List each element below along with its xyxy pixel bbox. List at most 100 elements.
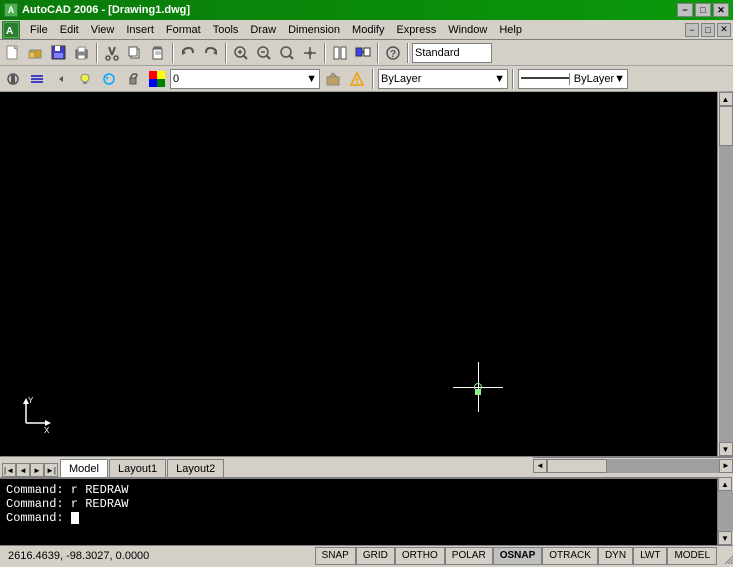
snap-button[interactable]: SNAP [315,547,356,565]
dyn-button[interactable]: DYN [598,547,633,565]
command-cursor [71,512,79,524]
tab-model[interactable]: Model [60,459,108,477]
ortho-button[interactable]: ORTHO [395,547,445,565]
cmd-scroll-track[interactable] [718,491,733,531]
menu-express[interactable]: Express [390,22,442,38]
menu-app-icon: A [2,21,20,39]
minimize-button[interactable]: − [677,3,693,17]
standard-toolbar: ? Standard [0,40,733,66]
menu-help[interactable]: Help [493,22,528,38]
print-button[interactable] [71,42,93,64]
menu-tools[interactable]: Tools [207,22,245,38]
lwt-button[interactable]: LWT [633,547,667,565]
menu-format[interactable]: Format [160,22,207,38]
separator-1 [96,43,98,63]
title-bar-controls: − □ ✕ [677,3,729,17]
color-icon [146,68,168,90]
tab-first-button[interactable]: |◄ [2,463,16,477]
maximize-button[interactable]: □ [695,3,711,17]
copy-button[interactable] [124,42,146,64]
menu-edit[interactable]: Edit [54,22,85,38]
layer-button[interactable] [26,68,48,90]
tab-navigation: |◄ ◄ ► ►| [0,463,60,477]
color-dropdown-arrow: ▼ [494,73,505,85]
tab-next-button[interactable]: ► [30,463,44,477]
menu-window[interactable]: Window [442,22,493,38]
menu-dimension[interactable]: Dimension [282,22,346,38]
h-scrollbar: ◄ ► [533,457,733,473]
paste-button[interactable] [147,42,169,64]
layer-dropdown-arrow: ▼ [306,73,317,85]
match-properties-button[interactable] [352,42,374,64]
linetype-dropdown[interactable]: ByLayer ▼ [518,69,628,89]
inner-minimize-button[interactable]: − [685,23,699,37]
layer-dropdown[interactable]: 0 ▼ [170,69,320,89]
coordinates-display: 2616.4639, -98.3027, 0.0000 [0,550,160,562]
layer-toolbar-btn3[interactable] [346,68,368,90]
inner-restore-button[interactable]: □ [701,23,715,37]
zoom-extents-button[interactable] [276,42,298,64]
v-scroll-track[interactable] [719,106,733,442]
menu-modify[interactable]: Modify [346,22,390,38]
inner-close-button[interactable]: ✕ [717,23,731,37]
undo-button[interactable] [177,42,199,64]
tab-last-button[interactable]: ►| [44,463,58,477]
app-title: AutoCAD 2006 - [Drawing1.dwg] [22,4,190,16]
lock-icon [122,68,144,90]
close-button[interactable]: ✕ [713,3,729,17]
tab-layout1[interactable]: Layout1 [109,459,166,477]
command-line-3: Command: [6,511,711,525]
grid-button[interactable]: GRID [356,547,395,565]
polar-button[interactable]: POLAR [445,547,493,565]
zoom-window-button[interactable] [230,42,252,64]
scroll-down-button[interactable]: ▼ [719,442,733,456]
new-button[interactable] [2,42,24,64]
layer-previous-button[interactable] [50,68,72,90]
color-value: ByLayer [381,73,421,85]
drawing-canvas[interactable]: Y X [0,92,733,456]
separator-6 [407,43,409,63]
cmd-scroll-up-button[interactable]: ▲ [718,477,732,491]
scroll-up-button[interactable]: ▲ [719,92,733,106]
layer-state-button[interactable] [2,68,24,90]
svg-text:Y: Y [28,396,34,405]
save-button[interactable] [48,42,70,64]
menu-view[interactable]: View [85,22,121,38]
status-buttons: SNAP GRID ORTHO POLAR OSNAP OTRACK DYN L… [315,547,717,565]
cut-button[interactable] [101,42,123,64]
separator-3 [225,43,227,63]
model-button[interactable]: MODEL [667,547,717,565]
pan-button[interactable] [299,42,321,64]
linetype-dropdown-arrow: ▼ [614,73,625,85]
standard-combo[interactable]: Standard [412,43,492,63]
tab-bar: |◄ ◄ ► ►| Model Layout1 Layout2 [0,457,533,477]
menu-draw[interactable]: Draw [244,22,282,38]
otrack-button[interactable]: OTRACK [542,547,598,565]
open-button[interactable] [25,42,47,64]
menu-insert[interactable]: Insert [120,22,160,38]
menu-file[interactable]: File [24,22,54,38]
scroll-left-button[interactable]: ◄ [533,459,547,473]
tab-prev-button[interactable]: ◄ [16,463,30,477]
properties-button[interactable] [329,42,351,64]
command-area: Command: r REDRAW Command: r REDRAW Comm… [0,477,717,545]
zoom-previous-button[interactable] [253,42,275,64]
v-scroll-thumb[interactable] [719,106,733,146]
color-dropdown[interactable]: ByLayer ▼ [378,69,508,89]
app-window: A AutoCAD 2006 - [Drawing1.dwg] − □ ✕ A … [0,0,733,565]
svg-text:X: X [44,426,50,433]
layer-value: 0 [173,73,179,85]
tab-layout2[interactable]: Layout2 [167,459,224,477]
tab-h-scroll-row: |◄ ◄ ► ►| Model Layout1 Layout2 ◄ ► [0,456,733,477]
help-button[interactable]: ? [382,42,404,64]
scroll-right-button[interactable]: ► [719,459,733,473]
cmd-scroll-down-button[interactable]: ▼ [718,531,732,545]
standard-label: Standard [415,47,460,59]
redo-button[interactable] [200,42,222,64]
h-scroll-thumb[interactable] [547,459,607,473]
h-scroll-track[interactable] [547,459,719,473]
layer-toolbar-btn2[interactable] [322,68,344,90]
osnap-button[interactable]: OSNAP [493,547,543,565]
tab-layout2-label: Layout2 [176,463,215,475]
properties-toolbar: * 0 ▼ ByLayer ▼ ByLay [0,66,733,92]
